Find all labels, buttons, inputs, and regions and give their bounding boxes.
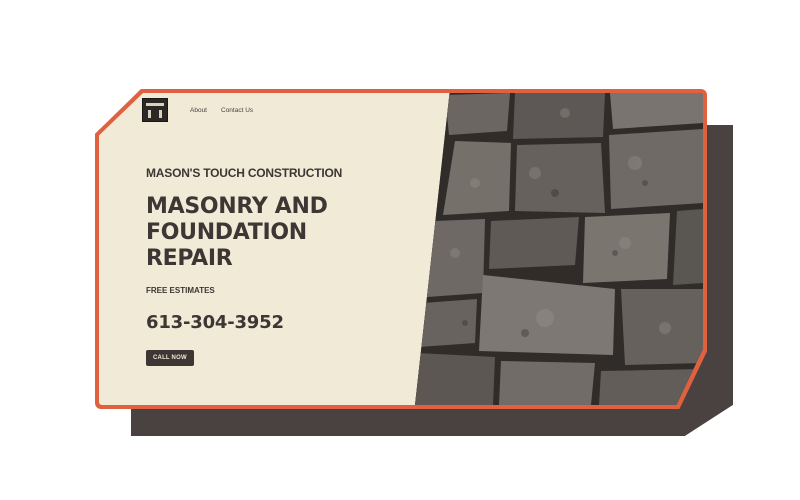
call-now-button[interactable]: CALL NOW [146,350,194,366]
phone-number[interactable]: 613-304-3952 [146,312,366,333]
top-nav: About Contact Us [142,96,267,124]
nav-link-about[interactable]: About [190,107,207,114]
page: About Contact Us MASON'S TOUCH CONSTRUCT… [0,0,800,500]
hero-card: About Contact Us MASON'S TOUCH CONSTRUCT… [99,93,703,405]
hero-text: MASON'S TOUCH CONSTRUCTION MASONRY AND F… [146,166,366,366]
logo-icon[interactable] [142,98,168,122]
free-estimates-label: FREE ESTIMATES [146,286,215,295]
stone-wall-image [415,93,703,405]
hero-headline: MASONRY AND FOUNDATION REPAIR [146,194,328,271]
company-name: MASON'S TOUCH CONSTRUCTION [146,166,343,180]
nav-link-contact-us[interactable]: Contact Us [221,107,253,114]
